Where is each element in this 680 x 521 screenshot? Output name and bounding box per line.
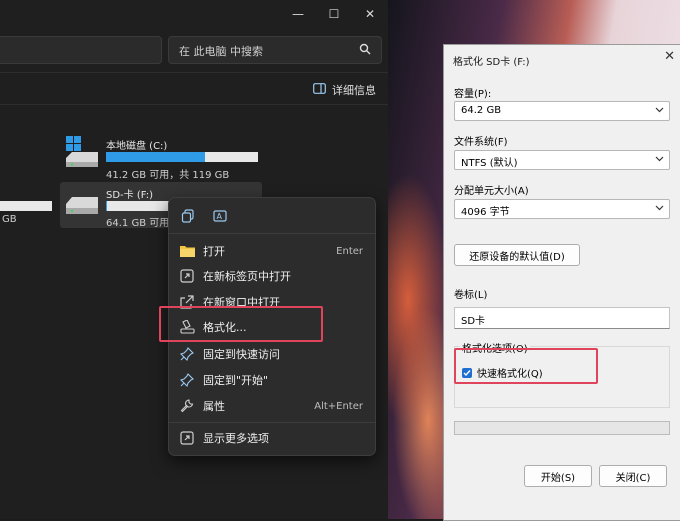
divider [0,104,388,105]
rename-icon[interactable]: A [211,207,229,225]
filesystem-select[interactable]: NTFS (默认) [454,150,670,170]
drive-usage-bar [106,152,258,162]
drive-info: 41.2 GB 可用，共 119 GB [106,170,230,181]
highlight-box-quick-format [454,348,598,384]
start-button[interactable]: 开始(S) [524,465,592,487]
wrench-icon [179,398,195,414]
capacity-label: 容量(P): [454,89,492,100]
chevron-down-icon [655,105,664,117]
search-box[interactable]: 在 此电脑 中搜索 [168,36,382,64]
restore-defaults-button[interactable]: 还原设备的默认值(D) [454,244,580,266]
divider [0,72,388,73]
open-new-tab-icon [179,268,195,284]
allocation-label: 分配单元大小(A) [454,186,529,197]
volume-label-input[interactable]: SD卡 [454,307,670,329]
address-bar[interactable] [0,36,162,64]
file-explorer-window: — ☐ ✕ 在 此电脑 中搜索 详细信息 GB 本地磁盘 (C:) 41.2 G… [0,0,388,519]
details-label: 详细信息 [332,84,376,97]
menu-item-open[interactable]: 打开 Enter [169,239,375,263]
close-button[interactable]: ✕ [356,4,384,24]
menu-item-pin-quick-access[interactable]: 固定到快速访问 [169,342,375,366]
folder-icon [179,243,195,259]
svg-text:A: A [217,212,223,221]
pin-icon [179,372,195,388]
drive-name: 本地磁盘 (C:) [106,141,168,152]
menu-divider [169,233,375,234]
drive-usage-bar [0,201,52,211]
drive-info: GB [2,214,17,225]
chevron-down-icon [655,154,664,166]
menu-item-pin-start[interactable]: 固定到"开始" [169,368,375,392]
drive-name: SD-卡 (F:) [106,190,153,201]
maximize-button[interactable]: ☐ [320,4,348,24]
chevron-down-icon [655,203,664,215]
drive-icon [64,194,100,221]
windows-drive-icon [64,136,100,171]
more-options-icon [179,430,195,446]
menu-item-properties[interactable]: 属性 Alt+Enter [169,394,375,418]
menu-item-more-options[interactable]: 显示更多选项 [169,426,375,450]
minimize-button[interactable]: — [284,4,312,24]
allocation-select[interactable]: 4096 字节 [454,199,670,219]
details-pane-icon [313,83,326,97]
copy-icon[interactable] [179,207,197,225]
volume-label-caption: 卷标(L) [454,290,488,301]
dialog-close-icon[interactable]: ✕ [664,49,675,64]
capacity-select[interactable]: 64.2 GB [454,101,670,121]
dialog-title: 格式化 SD卡 (F:) [453,57,530,68]
search-icon[interactable] [359,43,371,58]
format-dialog: 格式化 SD卡 (F:) ✕ 容量(P): 64.2 GB 文件系统(F) NT… [443,44,680,521]
filesystem-label: 文件系统(F) [454,137,508,148]
details-button[interactable]: 详细信息 [313,82,376,98]
drive-usage-bar [106,201,170,211]
search-placeholder: 在 此电脑 中搜索 [179,45,263,58]
highlight-box-format-menu [159,306,323,342]
menu-divider [169,422,375,423]
close-dialog-button[interactable]: 关闭(C) [599,465,667,487]
pin-icon [179,346,195,362]
menu-item-open-new-tab[interactable]: 在新标签页中打开 [169,264,375,288]
format-progress-bar [454,421,670,435]
